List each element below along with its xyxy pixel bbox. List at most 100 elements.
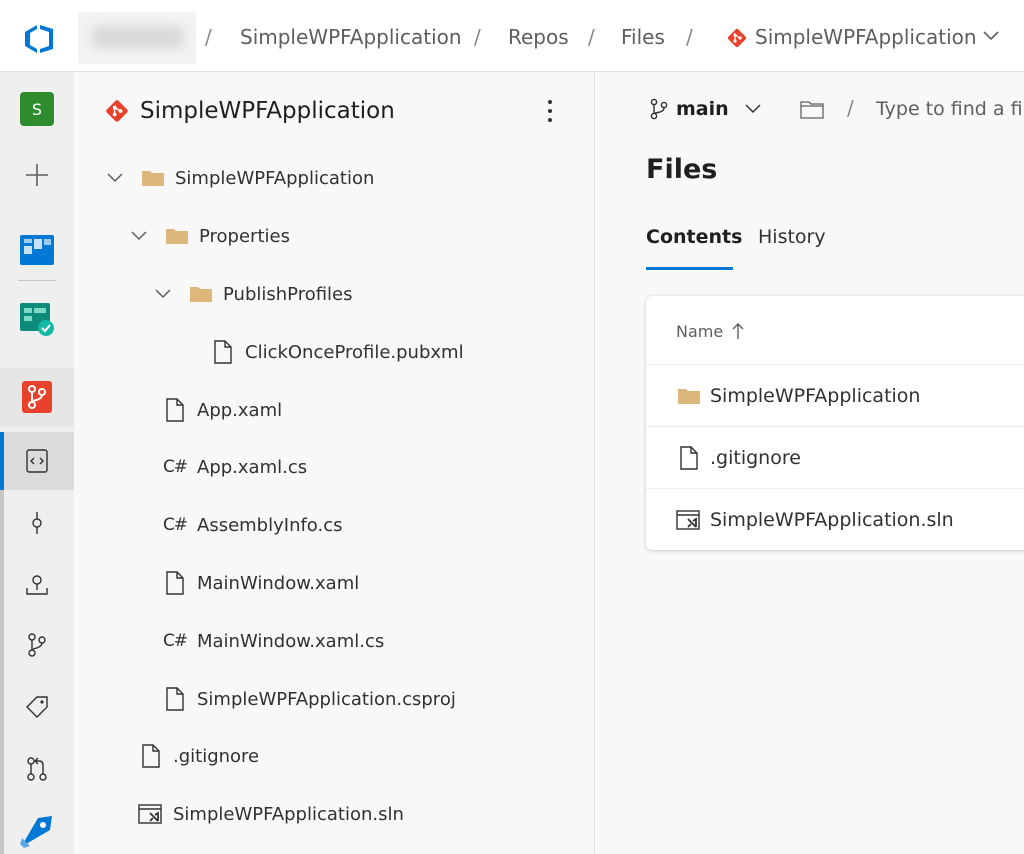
tree-node-file[interactable]: MainWindow.xaml <box>162 566 359 600</box>
chevron-down-icon[interactable] <box>128 225 150 247</box>
chevron-down-icon[interactable] <box>152 283 174 305</box>
test-plans-button[interactable] <box>0 290 74 348</box>
tree-node-label: ClickOnceProfile.pubxml <box>245 341 464 363</box>
tree-node-label: Properties <box>199 225 290 247</box>
folder-icon <box>166 229 188 244</box>
tree-node-file[interactable]: C# AssemblyInfo.cs <box>162 508 343 542</box>
tag-icon <box>26 696 48 718</box>
folder-icon <box>678 388 700 404</box>
file-icon <box>166 398 184 422</box>
file-icon <box>166 687 184 711</box>
folder-icon <box>142 171 164 186</box>
chevron-down-icon <box>745 104 761 114</box>
tab-history[interactable]: History <box>758 226 826 248</box>
commits-button[interactable] <box>0 494 74 552</box>
tree-node-folder[interactable]: Properties <box>128 219 290 253</box>
more-options-icon[interactable] <box>540 96 560 126</box>
breadcrumb-repos[interactable]: Repos <box>508 25 569 49</box>
tree-node-folder[interactable]: SimpleWPFApplication <box>104 161 374 195</box>
tree-node-label: SimpleWPFApplication <box>175 167 375 189</box>
plus-icon <box>26 164 48 186</box>
branches-button[interactable] <box>0 616 74 674</box>
row-name: SimpleWPFApplication.sln <box>710 508 954 531</box>
organization-name-redacted[interactable] <box>78 12 196 64</box>
tree-node-file[interactable]: .gitignore <box>138 739 259 773</box>
csharp-file-icon: C# <box>162 515 188 535</box>
commits-icon <box>32 512 42 534</box>
tree-node-file[interactable]: C# App.xaml.cs <box>162 450 307 484</box>
breadcrumb-project[interactable]: SimpleWPFApplication <box>240 25 462 49</box>
azure-devops-logo-icon[interactable] <box>22 22 56 56</box>
files-table: Name SimpleWPFApplication .gitignore Sim… <box>646 296 1024 550</box>
breadcrumb-files[interactable]: Files <box>621 25 665 49</box>
tree-node-label: SimpleWPFApplication.csproj <box>197 688 456 710</box>
path-separator: / <box>847 96 854 120</box>
sort-ascending-icon <box>732 323 744 339</box>
table-row[interactable]: SimpleWPFApplication.sln <box>646 488 1024 550</box>
pushes-icon <box>26 575 48 595</box>
folder-outline-icon[interactable] <box>800 100 824 120</box>
file-icon <box>142 744 160 768</box>
git-repo-icon <box>727 28 747 48</box>
pipelines-button[interactable] <box>0 802 74 854</box>
tab-contents[interactable]: Contents <box>646 226 742 248</box>
tree-node-file[interactable]: C# MainWindow.xaml.cs <box>162 624 384 658</box>
branch-icon <box>650 98 668 120</box>
boards-button[interactable] <box>0 220 74 278</box>
file-icon <box>680 445 698 470</box>
file-icon <box>166 571 184 595</box>
table-row[interactable]: SimpleWPFApplication <box>646 364 1024 426</box>
csharp-file-icon: C# <box>162 631 188 651</box>
pipelines-icon <box>20 816 52 848</box>
new-button[interactable] <box>0 146 74 204</box>
tags-button[interactable] <box>0 678 74 736</box>
tree-node-label: MainWindow.xaml.cs <box>197 630 385 652</box>
top-bar: / SimpleWPFApplication / Repos / Files /… <box>0 0 1024 72</box>
tree-node-file[interactable]: ClickOnceProfile.pubxml <box>210 335 464 369</box>
csharp-file-icon: C# <box>162 457 188 477</box>
rail-divider <box>18 280 56 281</box>
tree-node-label: PublishProfiles <box>223 283 353 305</box>
row-name: SimpleWPFApplication <box>710 384 921 407</box>
tree-node-label: AssemblyInfo.cs <box>197 514 343 536</box>
repos-icon <box>22 381 52 413</box>
tree-node-label: .gitignore <box>173 745 260 767</box>
pull-requests-button[interactable] <box>0 740 74 798</box>
branch-picker[interactable]: main <box>648 96 763 122</box>
repo-header[interactable]: SimpleWPFApplication <box>104 96 395 126</box>
git-repo-icon <box>106 100 128 122</box>
table-row[interactable]: .gitignore <box>646 426 1024 488</box>
navigation-rail: S <box>0 72 74 854</box>
column-header-label: Name <box>676 321 724 341</box>
breadcrumb-repo[interactable]: SimpleWPFApplication <box>755 25 977 49</box>
breadcrumb-separator: / <box>686 25 693 49</box>
file-tree-panel: SimpleWPFApplication SimpleWPFApplicatio… <box>74 72 595 854</box>
column-header-name[interactable]: Name <box>676 320 745 342</box>
tree-node-file[interactable]: SimpleWPFApplication.csproj <box>162 682 456 716</box>
project-initial: S <box>20 92 54 126</box>
page-title: Files <box>646 154 718 185</box>
tree-node-label: App.xaml.cs <box>197 456 308 478</box>
solution-file-icon <box>138 804 162 824</box>
tree-node-label: SimpleWPFApplication.sln <box>173 803 404 825</box>
row-name: .gitignore <box>710 446 801 469</box>
pushes-button[interactable] <box>0 556 74 614</box>
branches-icon <box>28 633 46 657</box>
files-icon <box>26 449 48 473</box>
project-avatar[interactable]: S <box>0 80 74 138</box>
file-icon <box>214 340 232 364</box>
test-plans-icon <box>20 303 54 336</box>
files-button[interactable] <box>0 432 74 490</box>
boards-icon <box>20 235 54 265</box>
chevron-down-icon[interactable] <box>104 167 126 189</box>
tree-node-file[interactable]: SimpleWPFApplication.sln <box>138 797 404 831</box>
chevron-down-icon[interactable] <box>981 29 1001 43</box>
active-tab-indicator <box>646 267 733 270</box>
tree-node-folder[interactable]: PublishProfiles <box>152 277 353 311</box>
repos-button[interactable] <box>0 368 74 426</box>
pull-request-icon <box>27 757 47 781</box>
tree-node-file[interactable]: App.xaml <box>162 393 282 427</box>
main-content: main / Files Contents History Name Simpl… <box>596 72 1024 854</box>
tree-node-label: App.xaml <box>197 399 283 421</box>
file-search-input[interactable] <box>876 95 1024 123</box>
